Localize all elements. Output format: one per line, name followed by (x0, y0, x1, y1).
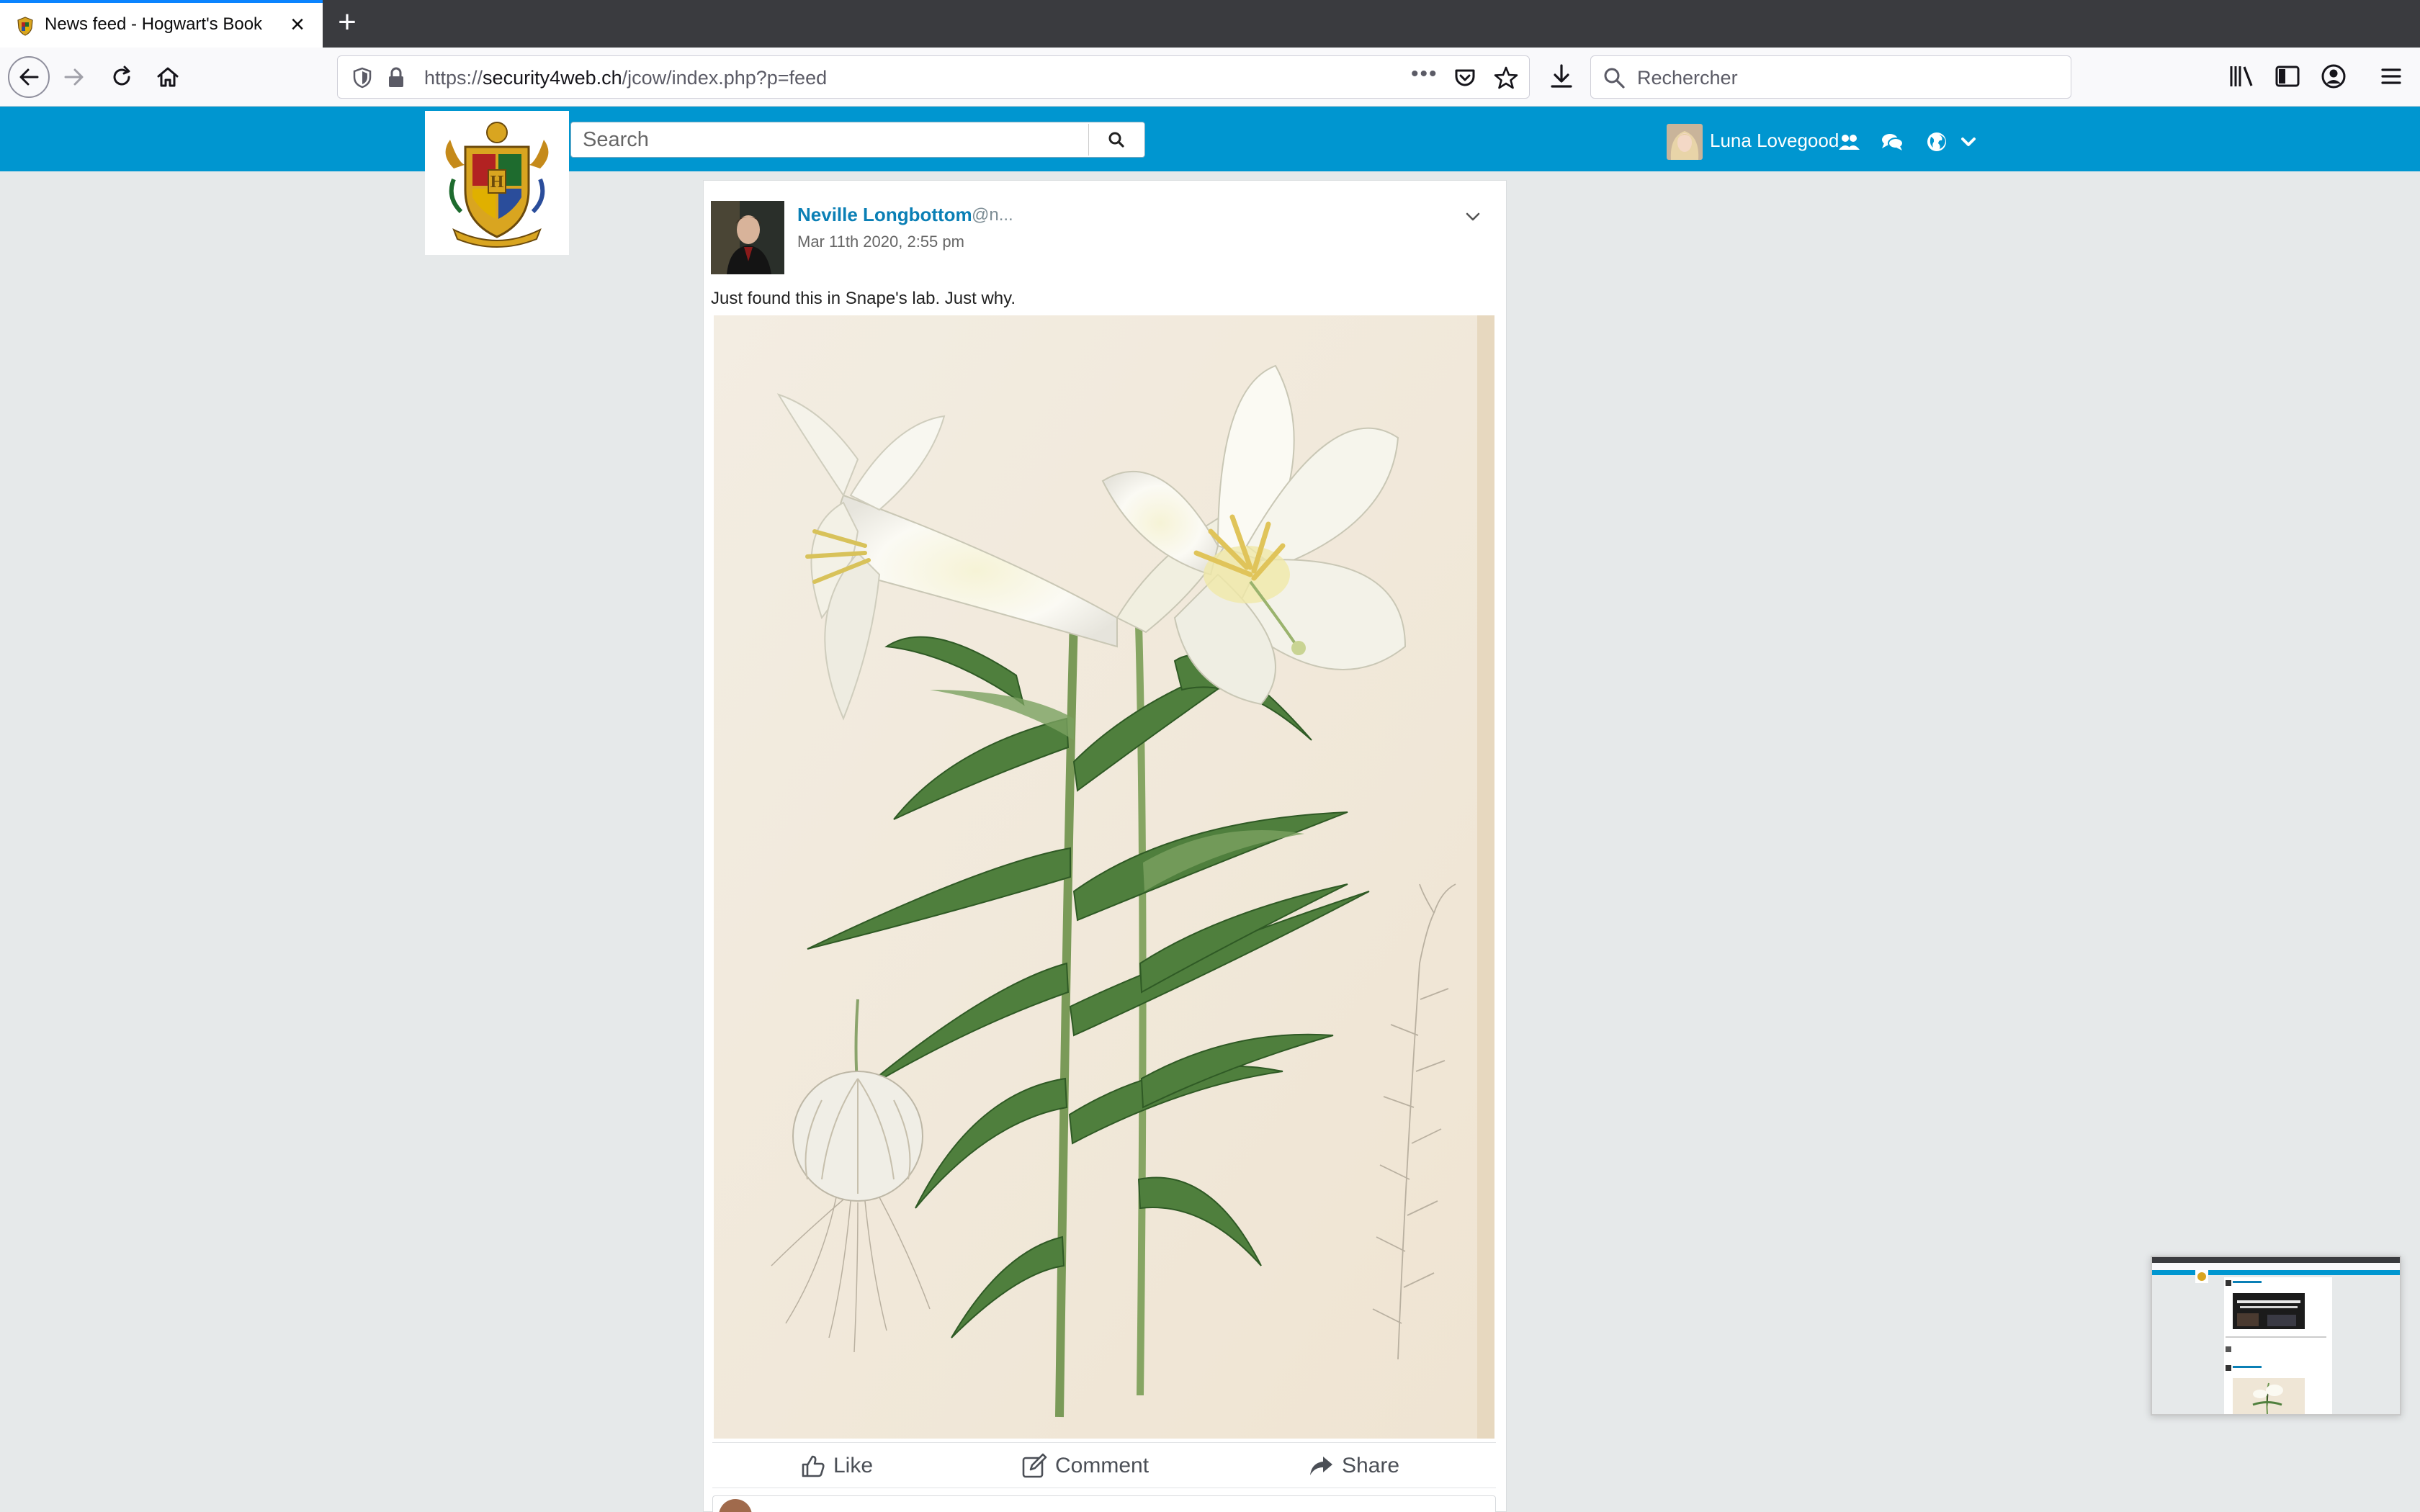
browser-search-bar[interactable]: Rechercher (1590, 55, 2071, 99)
post-actions-bar: Like Comment Share (712, 1442, 1496, 1488)
back-button[interactable] (8, 56, 50, 98)
comment-button[interactable]: Comment (1021, 1449, 1149, 1483)
site-search-button[interactable] (1088, 124, 1143, 156)
like-button[interactable]: Like (799, 1449, 873, 1483)
like-label: Like (833, 1454, 874, 1477)
page-preview-image (2152, 1257, 2400, 1414)
avatar (711, 201, 784, 274)
edit-icon (1022, 1453, 1047, 1478)
share-label: Share (1342, 1454, 1400, 1477)
tracking-shield-icon[interactable] (351, 66, 374, 89)
current-user-avatar[interactable] (1667, 124, 1703, 160)
download-icon[interactable] (1547, 62, 1576, 91)
browser-tab-bar: News feed - Hogwart's Book × + (0, 0, 2420, 48)
site-search-box (570, 122, 1145, 158)
share-arrow-icon (1310, 1457, 1332, 1475)
lock-icon[interactable] (385, 66, 407, 89)
account-icon[interactable] (2319, 62, 2348, 91)
comment-input[interactable] (712, 1495, 1496, 1512)
feed-post: Neville Longbottom @n... Mar 11th 2020, … (703, 180, 1507, 1512)
url-host: security4web.ch (483, 67, 622, 89)
url-text[interactable]: https://security4web.ch/jcow/index.php?p… (424, 67, 827, 89)
forward-arrow-icon (64, 68, 84, 86)
post-body-text: Just found this in Snape's lab. Just why… (711, 289, 1016, 308)
page-actions-icon[interactable]: ••• (1411, 62, 1438, 86)
post-author-handle[interactable]: @n... (972, 205, 1013, 225)
reload-button[interactable] (102, 58, 141, 96)
current-user-name[interactable]: Luna Lovegood (1710, 130, 1839, 152)
menu-icon[interactable] (2377, 62, 2406, 91)
hogwarts-logo[interactable]: H (425, 111, 569, 255)
friends-icon[interactable] (1837, 130, 1861, 154)
sidebar-icon[interactable] (2273, 62, 2302, 91)
search-icon (1604, 68, 1625, 89)
share-button[interactable]: Share (1307, 1449, 1399, 1483)
post-author-name[interactable]: Neville Longbottom (797, 204, 972, 226)
reload-icon (113, 66, 130, 86)
home-icon (157, 67, 179, 87)
chevron-down-icon[interactable] (1461, 205, 1484, 228)
post-image[interactable] (714, 315, 1494, 1439)
lily-illustration (714, 315, 1494, 1439)
new-tab-icon[interactable]: + (333, 6, 362, 38)
globe-icon[interactable] (1924, 130, 1949, 154)
avatar (1667, 124, 1703, 160)
thumbs-up-icon (802, 1455, 825, 1477)
hogwarts-crest-icon (17, 17, 33, 36)
chevron-down-icon[interactable] (1956, 130, 1981, 154)
site-search-input[interactable] (571, 122, 1090, 157)
page-preview-thumbnail[interactable] (2151, 1256, 2401, 1416)
site-header (0, 107, 2420, 171)
url-bar[interactable]: https://security4web.ch/jcow/index.php?p… (337, 55, 1530, 99)
url-scheme: https:// (424, 67, 483, 89)
bookmark-star-icon[interactable] (1493, 65, 1519, 91)
browser-search-placeholder: Rechercher (1637, 67, 1738, 89)
hogwarts-crest-icon: H (445, 122, 549, 248)
tab-close-icon[interactable]: × (285, 12, 310, 37)
comment-label: Comment (1055, 1454, 1150, 1477)
avatar (719, 1499, 752, 1512)
home-button[interactable] (148, 58, 187, 96)
svg-text:H: H (490, 173, 504, 192)
library-icon[interactable] (2227, 62, 2256, 91)
chat-icon[interactable] (1880, 130, 1904, 154)
post-timestamp[interactable]: Mar 11th 2020, 2:55 pm (797, 233, 964, 251)
tab-title: News feed - Hogwart's Book (45, 14, 263, 34)
forward-button[interactable] (55, 58, 94, 96)
url-path: /jcow/index.php?p=feed (622, 67, 828, 89)
browser-nav-bar: https://security4web.ch/jcow/index.php?p… (0, 48, 2420, 107)
browser-tab-active[interactable]: News feed - Hogwart's Book × (0, 0, 323, 48)
post-author-avatar[interactable] (711, 201, 784, 274)
back-arrow-icon (19, 68, 39, 86)
search-icon (1108, 132, 1124, 148)
pocket-icon[interactable] (1453, 66, 1477, 90)
